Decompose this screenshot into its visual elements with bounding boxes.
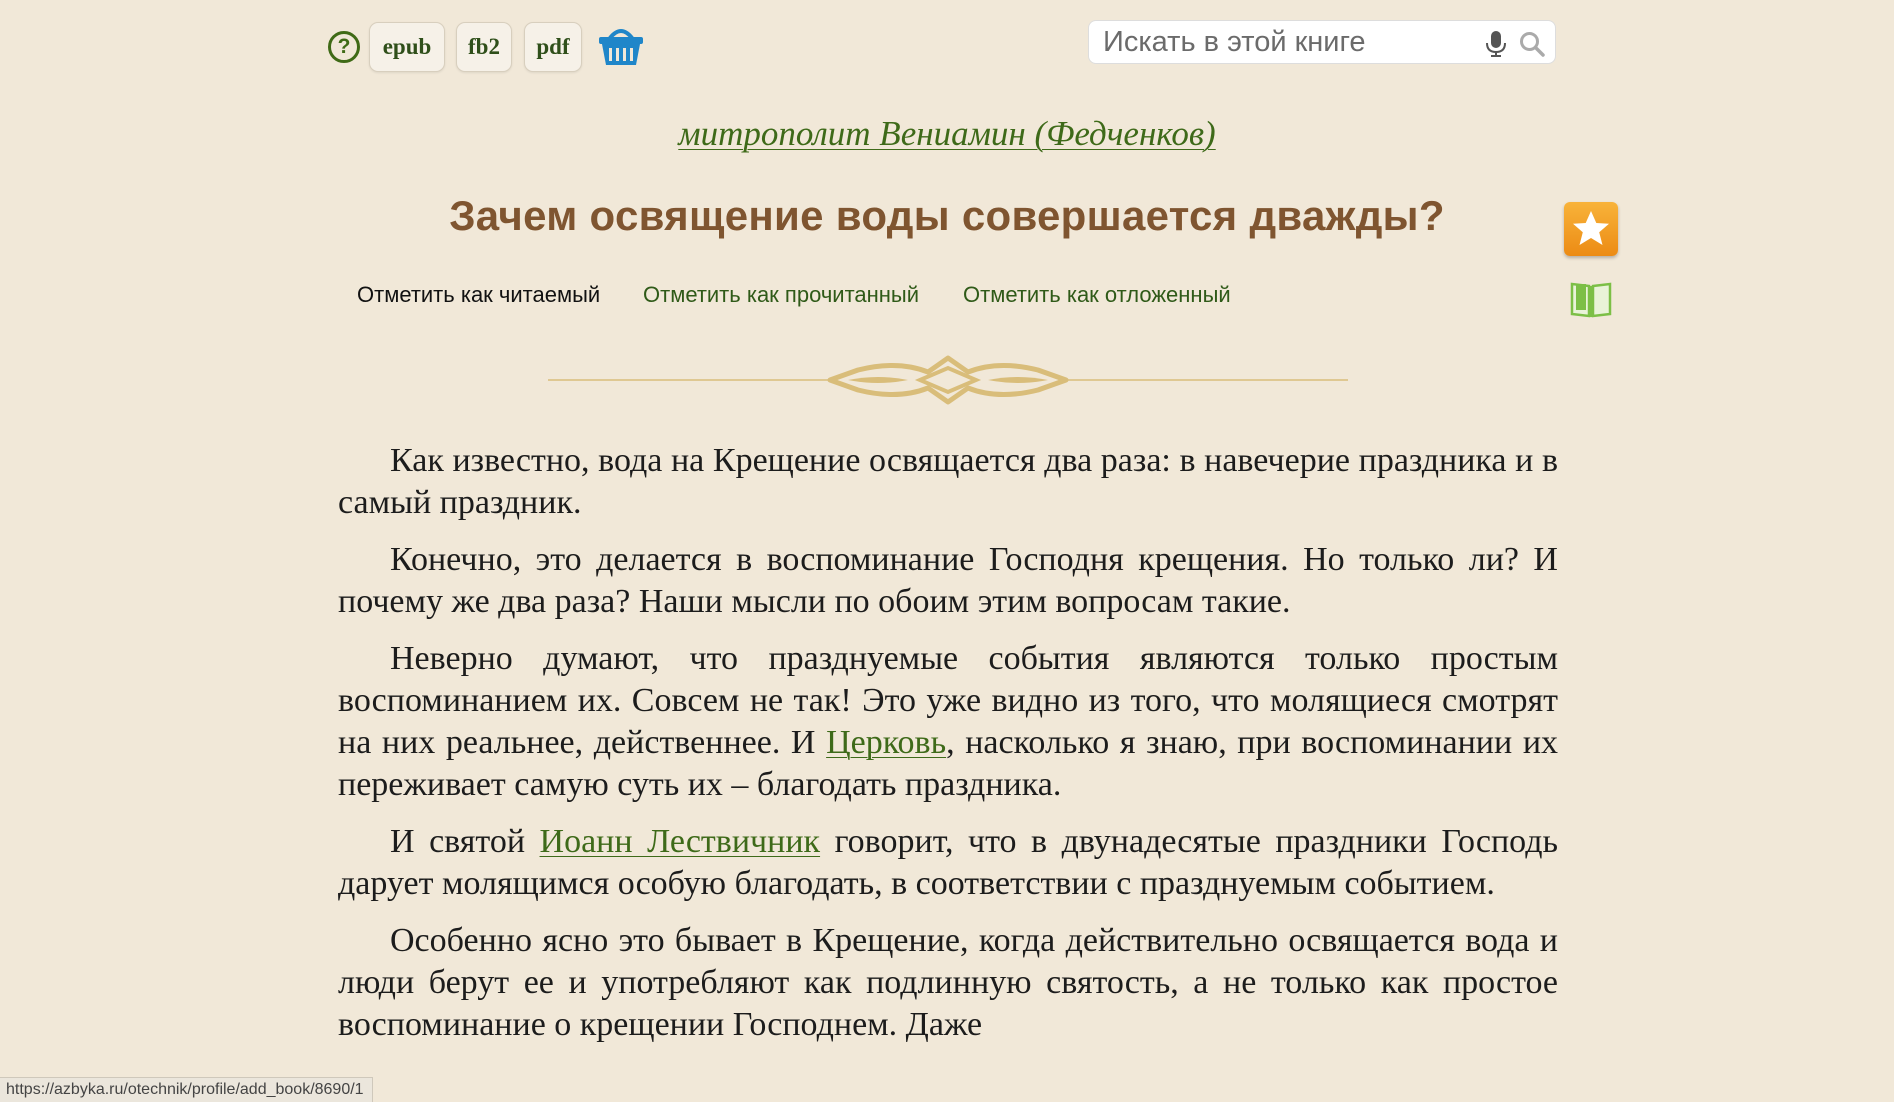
- mark-as-postponed-link[interactable]: Отметить как отложенный: [963, 282, 1231, 308]
- paragraph: Как известно, вода на Крещение освящаетс…: [338, 442, 1558, 521]
- help-button[interactable]: ?: [328, 31, 360, 63]
- basket-icon[interactable]: [596, 22, 646, 68]
- pdf-download-button[interactable]: pdf: [524, 22, 582, 72]
- epub-download-button[interactable]: epub: [369, 22, 445, 72]
- favorite-button[interactable]: [1564, 202, 1618, 256]
- book-text: Как известно, вода на Крещение освящаетс…: [338, 440, 1558, 1061]
- text-fragment: И святой: [390, 823, 540, 860]
- paragraph: Особенно ясно это бывает в Крещение, ког…: [338, 922, 1558, 1043]
- paragraph: И святой Иоанн Лествичник говорит, что в…: [338, 821, 1558, 905]
- john-climacus-link[interactable]: Иоанн Лествичник: [540, 823, 821, 860]
- mark-as-read-link[interactable]: Отметить как прочитанный: [643, 282, 919, 308]
- search-box: [1088, 20, 1556, 64]
- church-link[interactable]: Церковь: [826, 724, 946, 761]
- mark-as-reading-link[interactable]: Отметить как читаемый: [357, 282, 600, 308]
- search-input[interactable]: [1103, 21, 1463, 63]
- search-icon[interactable]: [1519, 31, 1545, 57]
- paragraph: Конечно, это делается в воспоминание Гос…: [338, 541, 1558, 620]
- microphone-icon[interactable]: [1485, 30, 1507, 58]
- star-icon: [1573, 211, 1609, 245]
- fb2-download-button[interactable]: fb2: [456, 22, 512, 72]
- ornament-divider: [548, 355, 1348, 405]
- paragraph: Неверно думают, что празднуемые события …: [338, 638, 1558, 806]
- status-bar-url: https://azbyka.ru/otechnik/profile/add_b…: [0, 1077, 373, 1102]
- open-book-icon[interactable]: [1570, 280, 1612, 320]
- author-link[interactable]: митрополит Вениамин (Федченков): [0, 114, 1894, 154]
